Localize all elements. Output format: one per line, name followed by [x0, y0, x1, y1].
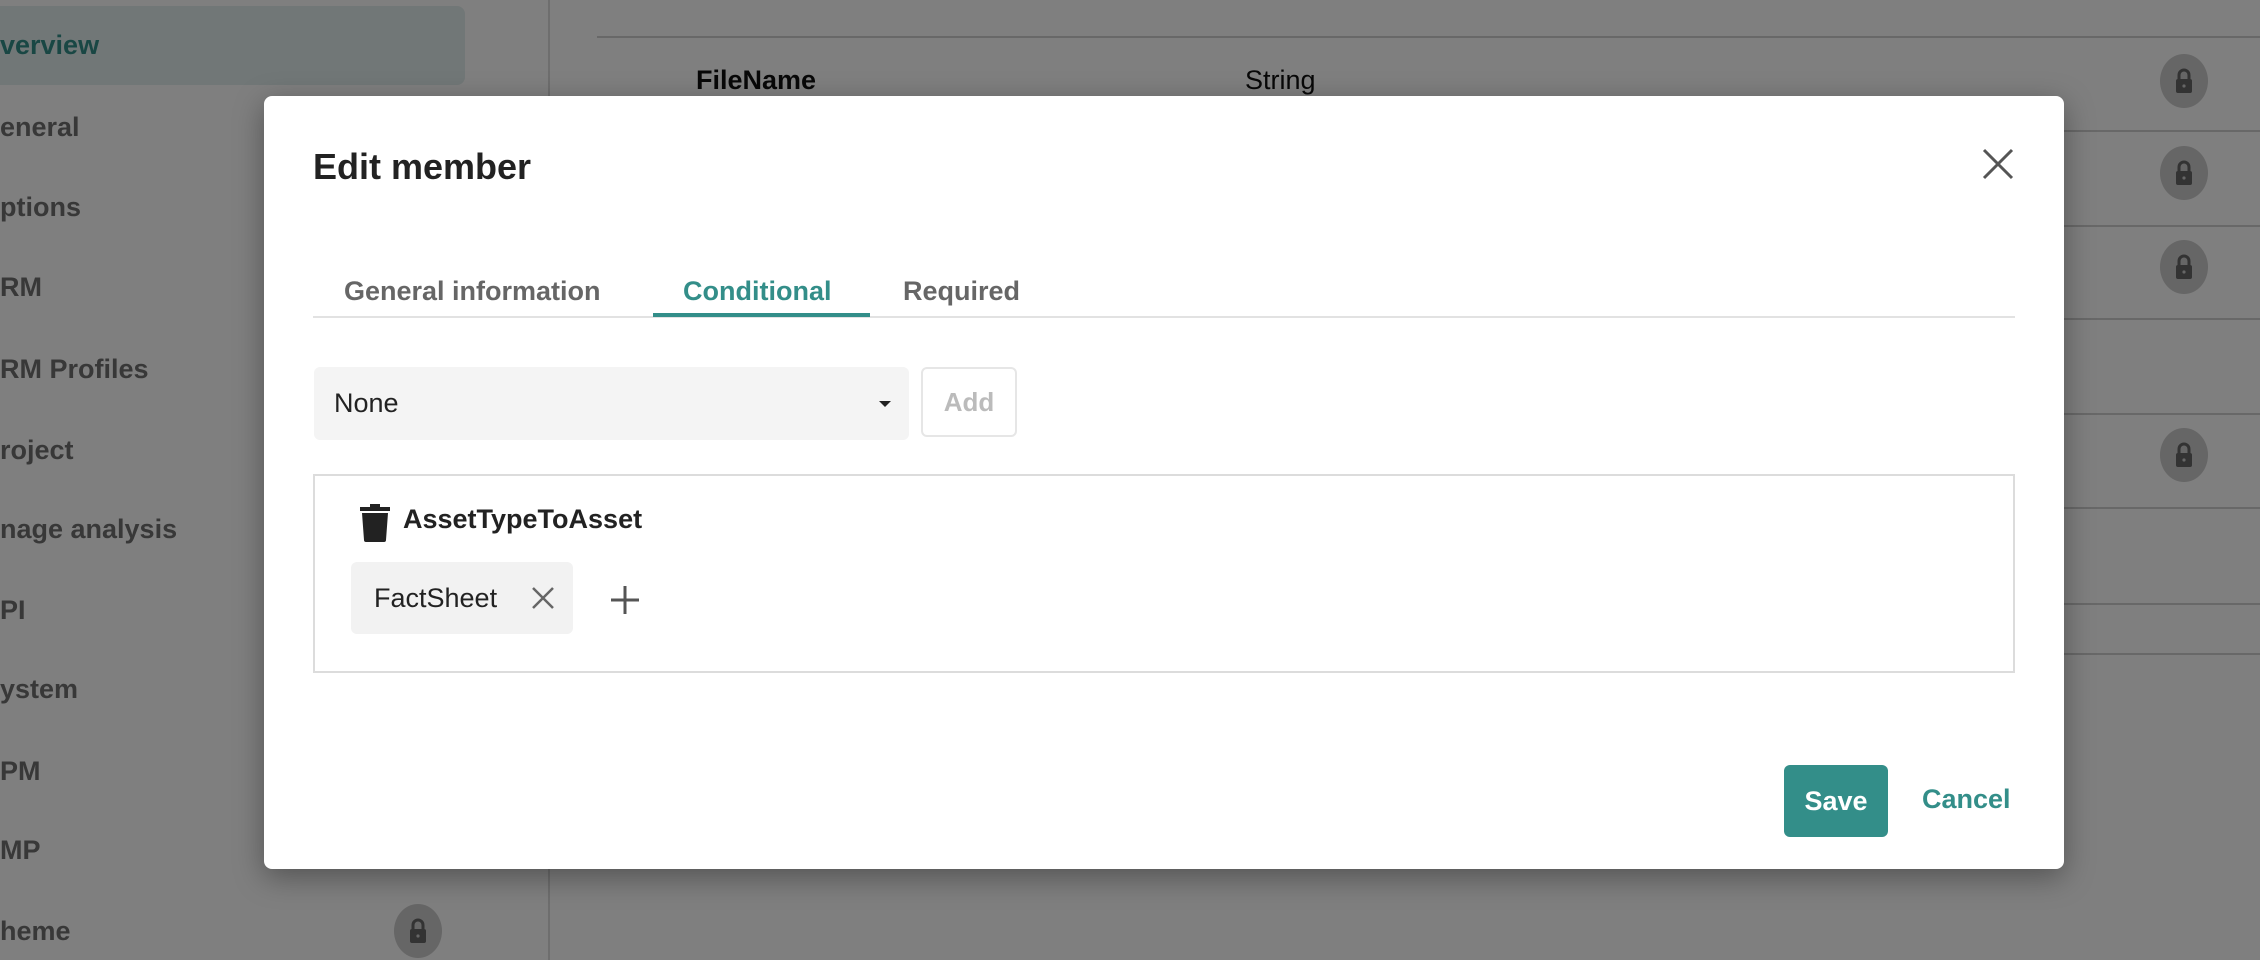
condition-select-value: None: [334, 388, 399, 418]
condition-value-chip: FactSheet: [351, 562, 573, 634]
tab-general-information[interactable]: General information: [344, 276, 601, 316]
close-icon[interactable]: [1980, 146, 2016, 182]
condition-select[interactable]: None: [314, 367, 909, 440]
save-button[interactable]: Save: [1784, 765, 1888, 837]
condition-group: AssetTypeToAsset FactSheet: [313, 474, 2015, 673]
remove-icon[interactable]: [531, 586, 555, 610]
add-button[interactable]: Add: [921, 367, 1017, 437]
active-tab-indicator: [653, 313, 870, 317]
tab-required[interactable]: Required: [903, 276, 1020, 316]
tab-conditional[interactable]: Conditional: [683, 276, 831, 316]
trash-icon[interactable]: [360, 504, 390, 542]
condition-name: AssetTypeToAsset: [403, 504, 643, 534]
chip-label: FactSheet: [374, 582, 498, 613]
tab-bar: General information Conditional Required: [313, 276, 2015, 318]
dialog-title: Edit member: [313, 146, 532, 187]
add-value-plus-icon[interactable]: [609, 584, 641, 616]
cancel-button[interactable]: Cancel: [1922, 784, 2011, 815]
caret-down-icon: [879, 401, 891, 407]
edit-member-dialog: Edit member General information Conditio…: [264, 96, 2064, 869]
